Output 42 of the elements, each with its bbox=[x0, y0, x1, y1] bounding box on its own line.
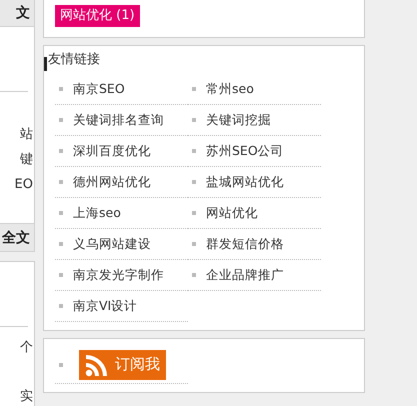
friend-link[interactable]: 关键词排名查询 bbox=[73, 112, 164, 128]
bullet-icon bbox=[59, 211, 63, 215]
text-snippet: 站 bbox=[20, 126, 34, 144]
text-snippet: EO bbox=[14, 176, 34, 194]
tag-link[interactable]: 网站优化 (1) bbox=[55, 5, 140, 27]
friend-link[interactable]: 网站优化 bbox=[206, 204, 258, 222]
bullet-icon bbox=[192, 180, 196, 184]
friend-link[interactable]: 盐城网站优化 bbox=[206, 174, 284, 190]
friend-link[interactable]: 南京VI设计 bbox=[73, 298, 138, 314]
bullet-icon bbox=[192, 87, 196, 91]
friend-link[interactable]: 南京SEO bbox=[73, 80, 125, 98]
bullet-icon bbox=[59, 149, 63, 153]
friend-link[interactable]: 义乌网站建设 bbox=[73, 236, 151, 252]
bullet-icon bbox=[192, 118, 196, 122]
bullet-icon bbox=[192, 273, 196, 277]
title-marker-icon bbox=[44, 57, 47, 71]
friend-link[interactable]: 关键词挖掘 bbox=[206, 112, 271, 128]
section-title: 友情链接 bbox=[48, 51, 100, 68]
bullet-icon bbox=[192, 149, 196, 153]
friend-link[interactable]: 南京发光字制作 bbox=[73, 266, 164, 284]
bullet-icon bbox=[192, 211, 196, 215]
bullet-icon bbox=[59, 118, 63, 122]
text-snippet: 键 bbox=[20, 150, 34, 169]
bullet-icon bbox=[59, 273, 63, 277]
friend-link[interactable]: 德州网站优化 bbox=[73, 174, 151, 190]
friend-link[interactable]: 常州seo bbox=[206, 80, 254, 98]
header-text: 文 bbox=[16, 4, 30, 22]
bullet-icon bbox=[59, 87, 63, 91]
friend-link[interactable]: 群发短信价格 bbox=[206, 236, 284, 252]
bullet-icon bbox=[59, 180, 63, 184]
text-snippet: 实 bbox=[20, 388, 34, 406]
friend-link[interactable]: 企业品牌推广 bbox=[206, 266, 284, 284]
bullet-icon bbox=[59, 362, 63, 366]
text-snippet: 个 bbox=[20, 339, 34, 358]
rss-icon bbox=[85, 352, 109, 376]
header-text: 全文 bbox=[2, 228, 30, 247]
friend-link[interactable]: 深圳百度优化 bbox=[73, 142, 151, 160]
friend-link[interactable]: 苏州SEO公司 bbox=[206, 142, 284, 160]
friend-link[interactable]: 上海seo bbox=[73, 204, 121, 222]
bullet-icon bbox=[59, 242, 63, 246]
bullet-icon bbox=[192, 242, 196, 246]
bullet-icon bbox=[59, 304, 63, 308]
